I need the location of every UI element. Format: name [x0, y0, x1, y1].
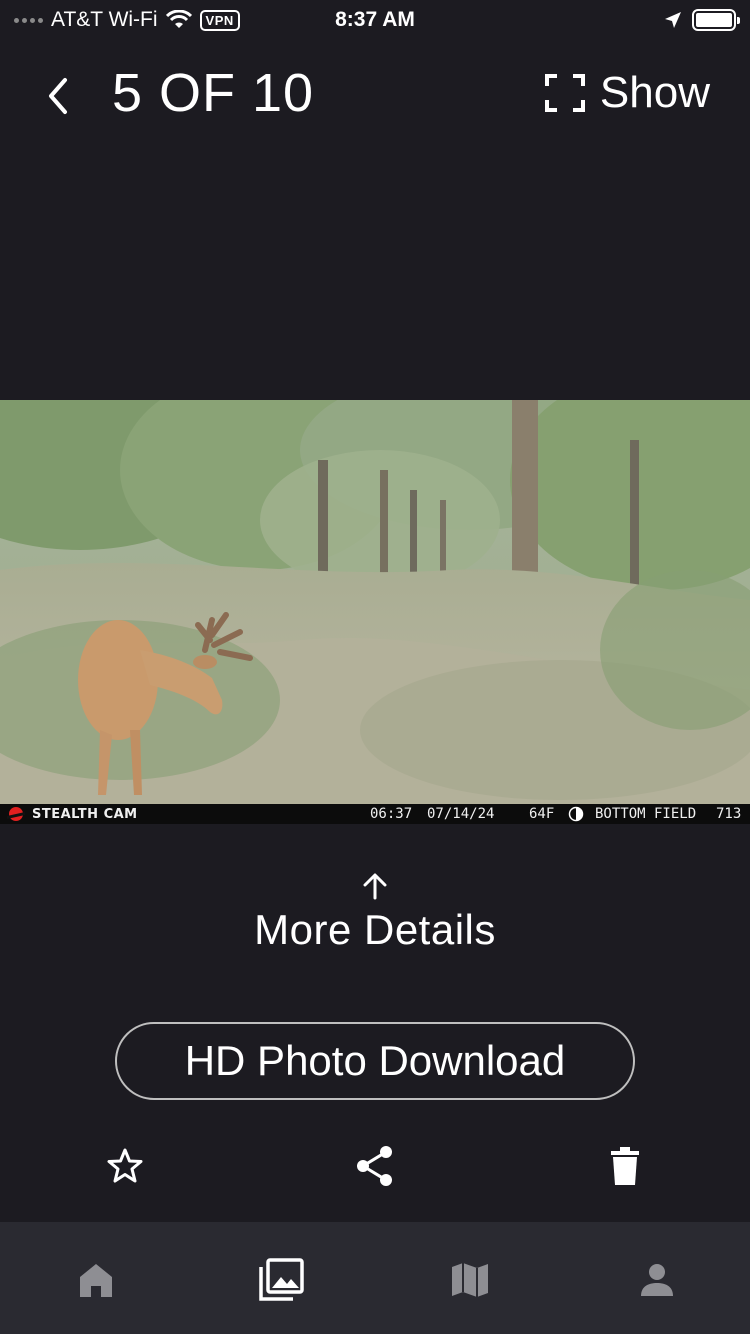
- photo-temperature: 64F: [529, 806, 555, 822]
- battery-icon: [692, 9, 740, 31]
- share-button[interactable]: [349, 1140, 401, 1192]
- hd-photo-download-button[interactable]: HD Photo Download: [115, 1022, 635, 1100]
- chevron-left-icon: [49, 78, 67, 114]
- wifi-icon: [165, 10, 192, 28]
- show-label: Show: [599, 68, 710, 117]
- signal-dots-icon: [14, 17, 43, 23]
- photo-actions: [0, 1140, 750, 1192]
- star-icon: [107, 1148, 143, 1183]
- favorite-button[interactable]: [99, 1140, 151, 1192]
- photo-date: 07/14/24: [427, 806, 495, 822]
- header: 5 OF 10 Show: [0, 56, 750, 136]
- delete-button[interactable]: [599, 1140, 651, 1192]
- more-details-label: More Details: [254, 906, 496, 953]
- nav-home[interactable]: [66, 1250, 126, 1310]
- nav-map[interactable]: [440, 1250, 500, 1310]
- gallery-icon: [259, 1258, 304, 1301]
- vpn-badge: VPN: [199, 9, 240, 31]
- profile-icon: [641, 1264, 673, 1296]
- bottom-nav: [0, 1222, 750, 1334]
- nav-gallery[interactable]: [251, 1250, 311, 1310]
- photo-scene: [0, 400, 750, 804]
- photo-location: BOTTOM FIELD: [595, 806, 697, 822]
- status-right: [664, 9, 740, 31]
- location-arrow-icon: [665, 12, 681, 28]
- share-icon: [357, 1146, 392, 1186]
- home-icon: [80, 1264, 112, 1297]
- carrier-label: AT&T Wi-Fi: [51, 8, 158, 31]
- fullscreen-icon: [544, 74, 585, 112]
- trail-camera-photo[interactable]: [0, 400, 750, 804]
- back-button[interactable]: [36, 74, 80, 118]
- stealth-cam-logo-icon: [7, 807, 25, 821]
- brand-name: STEALTH CAM: [32, 806, 138, 822]
- trash-icon: [611, 1147, 639, 1185]
- photo-frame-number: 713: [716, 806, 742, 822]
- photo-info-bar: STEALTH CAM 06:37 07/14/24 64F BOTTOM FI…: [0, 804, 750, 824]
- status-bar: AT&T Wi-Fi VPN 8:37 AM: [0, 0, 750, 40]
- arrow-up-icon: [363, 873, 387, 900]
- moon-phase-icon: [568, 806, 584, 822]
- hd-download-label: HD Photo Download: [184, 1037, 566, 1084]
- more-details-button[interactable]: More Details: [0, 872, 750, 954]
- stealth-cam-brand: STEALTH CAM: [0, 806, 138, 822]
- show-fullscreen-button[interactable]: Show: [544, 68, 710, 118]
- page-title: 5 OF 10: [112, 63, 315, 123]
- photo-time: 06:37: [370, 806, 413, 822]
- status-left: AT&T Wi-Fi VPN: [14, 8, 240, 32]
- map-icon: [452, 1263, 488, 1297]
- nav-profile[interactable]: [627, 1250, 687, 1310]
